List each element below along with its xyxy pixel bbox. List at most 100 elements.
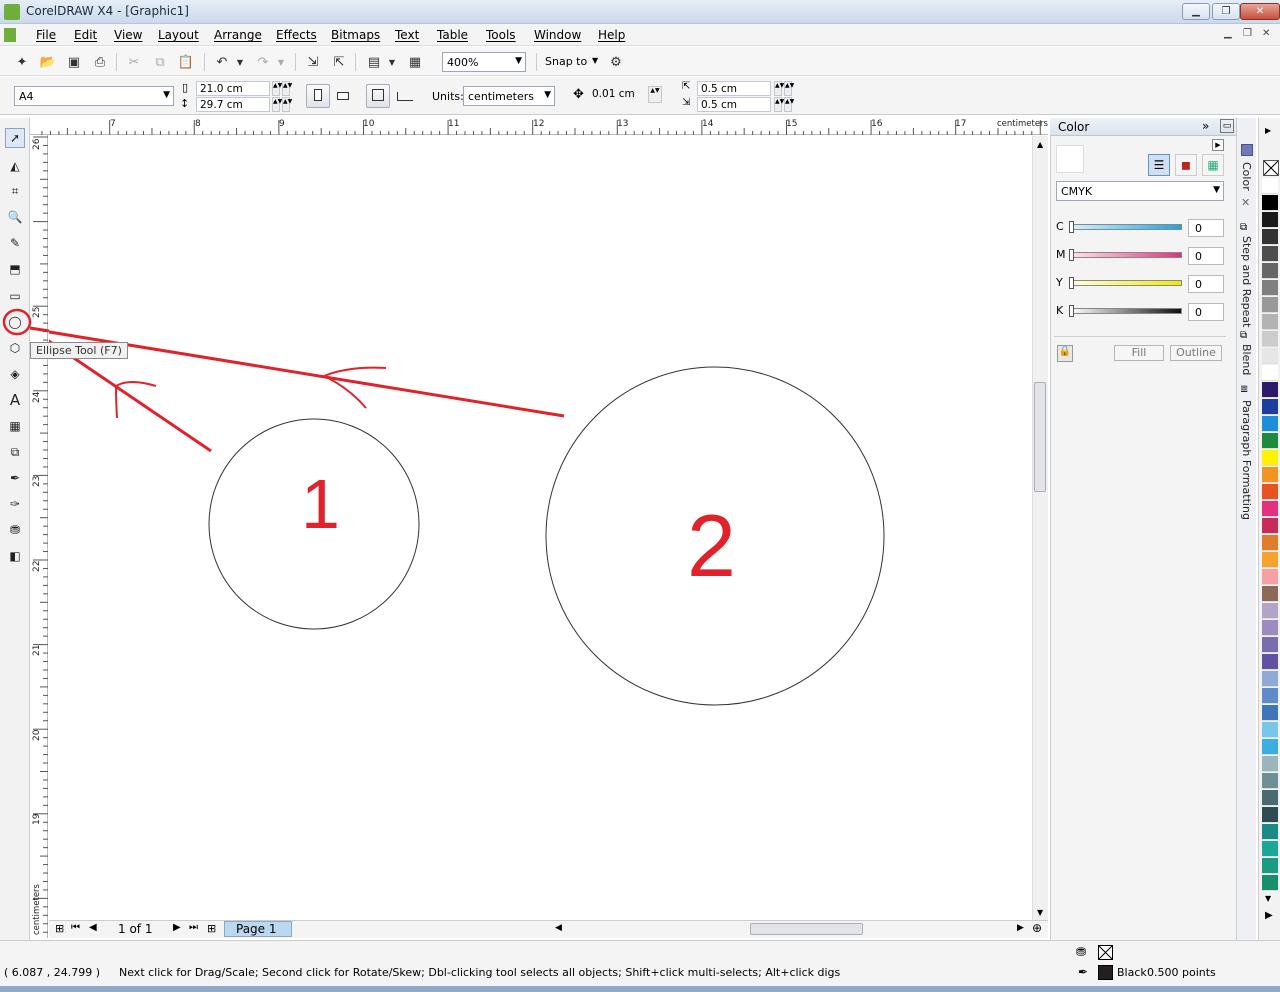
palette-swatch[interactable] bbox=[1262, 756, 1278, 772]
palette-swatch[interactable] bbox=[1262, 875, 1278, 891]
expand-docker-icon[interactable]: » bbox=[1202, 119, 1209, 133]
dup-x-spinner[interactable]: ▲▼ bbox=[774, 81, 784, 96]
palette-swatch[interactable] bbox=[1262, 586, 1278, 602]
outline-button[interactable]: Outline bbox=[1170, 345, 1222, 361]
snap-to-dropdown-icon[interactable]: ▼ bbox=[592, 56, 598, 65]
height-spinner[interactable]: ▲▼ bbox=[272, 97, 282, 112]
save-icon[interactable]: ▣ bbox=[64, 52, 84, 72]
tab-color[interactable]: Color bbox=[1240, 162, 1253, 191]
scroll-left-icon[interactable]: ◀ bbox=[555, 923, 562, 933]
palette-swatch[interactable] bbox=[1262, 484, 1278, 500]
menu-window[interactable]: Window bbox=[534, 28, 581, 42]
palette-swatch[interactable] bbox=[1262, 858, 1278, 874]
channel-slider-track[interactable] bbox=[1070, 308, 1182, 314]
outline-tool-icon[interactable]: ✑ bbox=[5, 494, 25, 514]
palette-swatch[interactable] bbox=[1262, 314, 1278, 330]
dup-x-spinner-alt[interactable]: ▲▼ bbox=[784, 81, 794, 96]
first-page-icon[interactable]: ⏮ bbox=[71, 922, 80, 933]
height-spinner-alt[interactable]: ▲▼ bbox=[282, 97, 292, 112]
palette-swatch[interactable] bbox=[1262, 399, 1278, 415]
palette-swatch[interactable] bbox=[1262, 535, 1278, 551]
basic-shapes-tool-icon[interactable]: ◈ bbox=[5, 364, 25, 384]
prev-page-icon[interactable]: ◀ bbox=[89, 922, 97, 933]
zoom-levels-combo[interactable]: 400% ▼ bbox=[442, 52, 526, 72]
palette-swatch[interactable] bbox=[1262, 773, 1278, 789]
page-height-field[interactable]: 29.7 cm bbox=[196, 97, 270, 112]
copy-icon[interactable]: ⧉ bbox=[150, 52, 170, 72]
palette-swatch[interactable] bbox=[1262, 416, 1278, 432]
doc-restore-icon[interactable]: ❐ bbox=[1243, 28, 1252, 39]
tab-step-and-repeat[interactable]: Step and Repeat bbox=[1240, 236, 1253, 327]
scroll-right-icon[interactable]: ▶ bbox=[1017, 923, 1024, 933]
vertical-ruler[interactable]: 26 25 24 23 22 21 20 19 centimeters bbox=[30, 135, 48, 938]
scroll-down-icon[interactable]: ▼ bbox=[1037, 908, 1043, 917]
menu-tools[interactable]: Tools bbox=[486, 28, 516, 42]
palette-swatch[interactable] bbox=[1262, 297, 1278, 313]
menu-help[interactable]: Help bbox=[598, 28, 625, 42]
import-icon[interactable]: ⇲ bbox=[303, 52, 323, 72]
application-launcher-icon[interactable]: ▤ bbox=[364, 52, 384, 72]
dup-y-spinner[interactable]: ▲▼ bbox=[774, 97, 784, 112]
palette-swatch[interactable] bbox=[1262, 246, 1278, 262]
add-page-before-icon[interactable]: ⊞ bbox=[55, 922, 64, 935]
palette-swatch[interactable] bbox=[1262, 824, 1278, 840]
channel-slider-thumb[interactable] bbox=[1069, 305, 1074, 317]
close-button[interactable]: ✕ bbox=[1240, 3, 1280, 20]
doc-minimize-icon[interactable]: ▁ bbox=[1224, 28, 1232, 39]
nudge-spinner[interactable]: ▲▼ bbox=[648, 86, 662, 103]
palette-swatch[interactable] bbox=[1262, 501, 1278, 517]
no-fill-indicator[interactable] bbox=[1098, 945, 1113, 960]
undo-dropdown-icon[interactable]: ▼ bbox=[234, 52, 246, 72]
palette-swatch[interactable] bbox=[1262, 637, 1278, 653]
launcher-dropdown-icon[interactable]: ▼ bbox=[386, 52, 398, 72]
tab-paragraph-formatting[interactable]: Paragraph Formatting bbox=[1240, 400, 1253, 520]
options-icon[interactable]: ⚙ bbox=[606, 52, 626, 72]
channel-slider-track[interactable] bbox=[1070, 280, 1182, 286]
palette-swatch[interactable] bbox=[1262, 569, 1278, 585]
palette-swatch[interactable] bbox=[1262, 467, 1278, 483]
channel-slider-track[interactable] bbox=[1070, 224, 1182, 230]
maximize-button[interactable]: ❐ bbox=[1212, 3, 1240, 20]
redo-dropdown-icon[interactable]: ▼ bbox=[275, 52, 287, 72]
outline-color-swatch[interactable] bbox=[1098, 965, 1113, 980]
document-icon[interactable] bbox=[4, 28, 16, 42]
snap-to-label[interactable]: Snap to bbox=[545, 55, 587, 68]
palette-scroll-up-icon[interactable]: ▶ bbox=[1265, 126, 1271, 135]
palette-swatch[interactable] bbox=[1262, 790, 1278, 806]
text-tool-icon[interactable]: A bbox=[5, 390, 25, 410]
table-tool-icon[interactable]: ▦ bbox=[5, 416, 25, 436]
pick-tool-icon[interactable]: ➚ bbox=[5, 128, 25, 148]
palette-swatch[interactable] bbox=[1262, 212, 1278, 228]
menu-text[interactable]: Text bbox=[395, 28, 419, 42]
coreldraw-app-icon[interactable] bbox=[4, 4, 20, 20]
menu-table[interactable]: Table bbox=[437, 28, 468, 42]
page-width-field[interactable]: 21.0 cm bbox=[196, 81, 270, 96]
palette-swatch[interactable] bbox=[1262, 195, 1278, 211]
fill-tool-icon[interactable]: ⛃ bbox=[5, 520, 25, 540]
palette-swatch[interactable] bbox=[1262, 263, 1278, 279]
paste-icon[interactable]: 📋 bbox=[176, 52, 196, 72]
width-spinner[interactable]: ▲▼ bbox=[272, 81, 282, 96]
duplicate-y-field[interactable]: 0.5 cm bbox=[697, 97, 771, 112]
page-size-combo[interactable]: A4 ▼ bbox=[14, 86, 174, 106]
palette-swatch[interactable] bbox=[1262, 620, 1278, 636]
undo-icon[interactable]: ↶ bbox=[212, 52, 232, 72]
landscape-icon[interactable] bbox=[337, 92, 349, 100]
palette-swatch[interactable] bbox=[1262, 603, 1278, 619]
polygon-tool-icon[interactable]: ⬡ bbox=[5, 338, 25, 358]
channel-value-field[interactable]: 0 bbox=[1188, 219, 1224, 237]
color-model-combo[interactable]: CMYK ▼ bbox=[1056, 181, 1224, 201]
palette-scroll-down-icon[interactable]: ▼ bbox=[1265, 894, 1271, 903]
channel-slider-thumb[interactable] bbox=[1069, 249, 1074, 261]
current-page-icon[interactable] bbox=[397, 92, 413, 101]
color-palettes-icon[interactable]: ▦ bbox=[1202, 154, 1224, 176]
menu-layout[interactable]: Layout bbox=[158, 28, 199, 42]
channel-slider-track[interactable] bbox=[1070, 252, 1182, 258]
drawing-canvas[interactable]: 1 2 bbox=[11, 136, 1032, 920]
palette-swatch[interactable] bbox=[1262, 450, 1278, 466]
page-tab[interactable]: Page 1 bbox=[224, 921, 292, 937]
vertical-scroll-thumb[interactable] bbox=[1034, 382, 1046, 492]
interactive-fill-tool-icon[interactable]: ◧ bbox=[5, 546, 25, 566]
channel-value-field[interactable]: 0 bbox=[1188, 275, 1224, 293]
eyedropper-tool-icon[interactable]: ✒ bbox=[5, 468, 25, 488]
